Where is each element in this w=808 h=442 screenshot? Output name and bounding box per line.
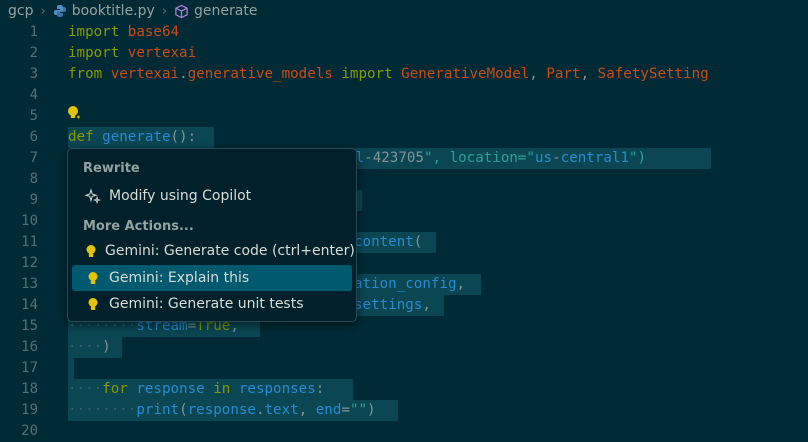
line-number: 3 (29, 66, 38, 82)
line-number: 7 (29, 150, 38, 166)
menu-header-rewrite: Rewrite (83, 161, 140, 176)
code-line: def generate(): (68, 129, 197, 145)
code-line: ation_config, (354, 276, 466, 292)
line-number: 19 (21, 402, 38, 418)
chevron-right-icon: › (161, 3, 168, 19)
code-line: import base64 (68, 24, 180, 40)
lightbulb-icon (85, 296, 101, 312)
code-line: ····for response in responses: (68, 381, 325, 397)
menu-item-gemini-generate-unit-tests[interactable]: Gemini: Generate unit tests (72, 291, 352, 317)
code-line: settings, (354, 297, 431, 313)
line-number: 14 (21, 297, 38, 313)
line-number: 20 (21, 423, 38, 439)
code-line: from vertexai.generative_models import G… (68, 66, 709, 82)
breadcrumb: gcp › booktitle.py › generate (0, 0, 808, 22)
code-line: rial-423705", location="us-central1") (330, 150, 647, 166)
menu-item-label: Gemini: Explain this (109, 270, 250, 286)
menu-item-modify-using-copilot[interactable]: Modify using Copilot (72, 183, 352, 209)
chevron-right-icon: › (40, 3, 46, 19)
code-line: ········print(response.text, end="") (68, 402, 376, 418)
line-number: 4 (29, 87, 38, 103)
code-line: ····) (68, 339, 111, 355)
breadcrumb-folder[interactable]: gcp (8, 3, 33, 19)
line-number: 5 (29, 108, 38, 124)
lightbulb-icon[interactable] (66, 104, 82, 122)
line-number: 10 (21, 213, 38, 229)
method-cube-icon (174, 4, 189, 19)
line-number: 2 (29, 45, 38, 61)
line-number: 18 (21, 381, 38, 397)
line-number: 13 (21, 276, 38, 292)
line-number: 9 (29, 192, 38, 208)
line-number: 11 (21, 234, 38, 250)
menu-item-label: Modify using Copilot (109, 188, 252, 204)
menu-item-label: Gemini: Generate unit tests (109, 296, 304, 312)
selection-highlight (68, 358, 74, 379)
menu-item-gemini-generate-code[interactable]: Gemini: Generate code (ctrl+enter) (72, 238, 355, 264)
line-number: 6 (29, 129, 38, 145)
code-line: import vertexai (68, 45, 197, 61)
line-number: 16 (21, 339, 38, 355)
line-number: 17 (21, 360, 38, 376)
lightbulb-icon (85, 270, 101, 286)
line-number: 1 (29, 24, 38, 40)
breadcrumb-file[interactable]: booktitle.py (72, 3, 155, 19)
menu-item-gemini-explain-this[interactable]: Gemini: Explain this (72, 265, 352, 291)
python-file-icon (53, 4, 67, 18)
line-number: 8 (29, 171, 38, 187)
line-number: 15 (21, 318, 38, 334)
sparkle-icon (85, 188, 101, 204)
breadcrumb-symbol[interactable]: generate (194, 3, 257, 19)
code-action-menu: Rewrite Modify using Copilot More Action… (67, 148, 357, 322)
menu-header-more-actions: More Actions... (83, 219, 194, 234)
menu-item-label: Gemini: Generate code (ctrl+enter) (105, 243, 355, 259)
lightbulb-icon (85, 243, 97, 259)
code-line: content( (354, 234, 423, 250)
line-number: 12 (21, 255, 38, 271)
